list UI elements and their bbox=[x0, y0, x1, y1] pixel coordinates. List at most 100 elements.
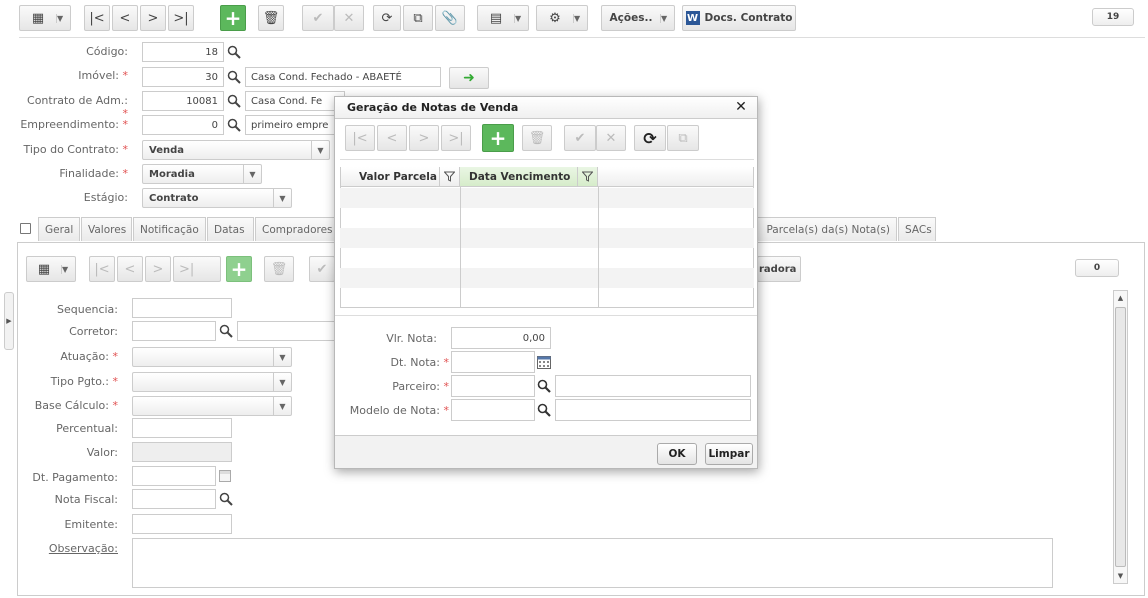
dialog-delete-button[interactable]: 🗑 bbox=[522, 125, 552, 151]
tab-sacs[interactable]: SACs bbox=[898, 217, 936, 241]
dialog-first-button[interactable]: |< bbox=[345, 125, 375, 151]
grid-row[interactable] bbox=[340, 248, 754, 268]
imovel-field[interactable]: 30 bbox=[142, 67, 224, 87]
grid-row[interactable] bbox=[340, 188, 754, 208]
last-record-button[interactable]: >| bbox=[168, 5, 194, 31]
sub-view-mode-button[interactable]: ▦ ▼ bbox=[26, 256, 76, 282]
search-icon[interactable] bbox=[219, 324, 233, 338]
filter-icon[interactable] bbox=[577, 167, 597, 186]
close-icon[interactable]: ✕ bbox=[733, 99, 749, 115]
vlr-nota-field[interactable]: 0,00 bbox=[451, 327, 551, 349]
valor-label: Valor: bbox=[86, 446, 118, 459]
sub-action-button[interactable]: radora bbox=[757, 256, 801, 282]
duplicate-button[interactable]: ⧉ bbox=[403, 5, 433, 31]
sub-delete-button[interactable]: 🗑 bbox=[264, 256, 294, 282]
dialog-cancel-button[interactable]: ✕ bbox=[596, 125, 626, 151]
nota-fiscal-field[interactable] bbox=[132, 489, 216, 509]
percentual-field[interactable] bbox=[132, 418, 232, 438]
scrollbar[interactable]: ▲ ▼ bbox=[1113, 290, 1128, 584]
tipo-pgto-select[interactable]: ▼ bbox=[132, 372, 292, 392]
previous-record-button[interactable]: < bbox=[112, 5, 138, 31]
cancel-button[interactable]: ✕ bbox=[334, 5, 364, 31]
tab-datas[interactable]: Datas bbox=[207, 217, 254, 241]
emitente-field[interactable] bbox=[132, 514, 232, 534]
search-icon[interactable] bbox=[227, 70, 241, 84]
next-record-button[interactable]: > bbox=[140, 5, 166, 31]
calendar-icon[interactable] bbox=[219, 470, 231, 482]
tipo-contrato-select[interactable]: Venda ▼ bbox=[142, 140, 330, 160]
grid-row[interactable] bbox=[340, 228, 754, 248]
add-button[interactable]: + bbox=[220, 5, 246, 31]
empreendimento-field[interactable]: 0 bbox=[142, 115, 224, 135]
side-collapse-handle[interactable]: ▶ bbox=[4, 292, 14, 350]
attach-button[interactable]: 📎 bbox=[435, 5, 465, 31]
view-mode-button[interactable]: ▦ ▼ bbox=[19, 5, 71, 31]
atuacao-select[interactable]: ▼ bbox=[132, 347, 292, 367]
restore-icon[interactable] bbox=[20, 223, 31, 234]
sub-first-button[interactable]: |< bbox=[89, 256, 115, 282]
settings-button[interactable]: ⚙ ▼ bbox=[536, 5, 588, 31]
first-record-button[interactable]: |< bbox=[84, 5, 110, 31]
codigo-field[interactable]: 18 bbox=[142, 42, 224, 62]
dialog-save-button[interactable]: ✔ bbox=[564, 125, 596, 151]
tab-compradores[interactable]: Compradores bbox=[255, 217, 337, 241]
tab-geral[interactable]: Geral bbox=[38, 217, 80, 241]
estagio-select[interactable]: Contrato ▼ bbox=[142, 188, 292, 208]
calendar-icon[interactable] bbox=[537, 355, 551, 369]
dialog-add-button[interactable]: + bbox=[482, 124, 514, 152]
search-icon[interactable] bbox=[219, 492, 233, 506]
sequencia-label: Sequencia: bbox=[57, 303, 118, 316]
observacao-textarea[interactable] bbox=[132, 538, 1053, 588]
sub-next-button[interactable]: > bbox=[145, 256, 171, 282]
sub-save-button[interactable]: ✔ bbox=[309, 256, 335, 282]
contrato-adm-field[interactable]: 10081 bbox=[142, 91, 224, 111]
scroll-up-icon[interactable]: ▲ bbox=[1114, 291, 1127, 305]
dialog-duplicate-button[interactable]: ⧉ bbox=[667, 125, 699, 151]
grid-row[interactable] bbox=[340, 208, 754, 228]
dialog-next-button[interactable]: > bbox=[409, 125, 439, 151]
search-icon[interactable] bbox=[537, 403, 551, 417]
scroll-down-icon[interactable]: ▼ bbox=[1114, 569, 1127, 583]
dt-nota-field[interactable] bbox=[451, 351, 535, 373]
corretor-field[interactable] bbox=[132, 321, 216, 341]
refresh-button[interactable]: ⟳ bbox=[373, 5, 401, 31]
filter-icon[interactable] bbox=[439, 167, 459, 186]
limpar-button[interactable]: Limpar bbox=[705, 443, 753, 465]
dialog-previous-button[interactable]: < bbox=[377, 125, 407, 151]
scrollbar-thumb[interactable] bbox=[1115, 307, 1126, 567]
col-valor-parcela[interactable]: Valor Parcela bbox=[341, 167, 460, 187]
dt-pagamento-field[interactable] bbox=[132, 466, 216, 486]
observacao-label[interactable]: Observação: bbox=[20, 542, 118, 555]
sub-previous-button[interactable]: < bbox=[117, 256, 143, 282]
acoes-button[interactable]: Ações.. ▼ bbox=[601, 5, 675, 31]
search-icon[interactable] bbox=[227, 118, 241, 132]
modelo-nota-label-text: Modelo de Nota: bbox=[349, 404, 440, 417]
search-icon[interactable] bbox=[227, 94, 241, 108]
finalidade-select[interactable]: Moradia ▼ bbox=[142, 164, 262, 184]
search-icon[interactable] bbox=[537, 379, 551, 393]
base-calculo-select[interactable]: ▼ bbox=[132, 396, 292, 416]
corretor-label: Corretor: bbox=[69, 325, 118, 338]
grid-row[interactable] bbox=[340, 268, 754, 288]
parceiro-field[interactable] bbox=[451, 375, 535, 397]
sub-add-button[interactable]: + bbox=[226, 256, 252, 282]
tab-parcelas-notas[interactable]: Parcela(s) da(s) Nota(s) bbox=[757, 217, 897, 241]
go-to-imovel-button[interactable]: ➜ bbox=[449, 67, 489, 89]
sub-last-button[interactable]: >| bbox=[173, 256, 221, 282]
dialog-title: Geração de Notas de Venda bbox=[335, 97, 757, 119]
modelo-nota-field[interactable] bbox=[451, 399, 535, 421]
dialog-refresh-button[interactable]: ⟳ bbox=[634, 125, 666, 151]
tab-notificacao[interactable]: Notificação bbox=[133, 217, 206, 241]
delete-button[interactable]: 🗑 bbox=[258, 5, 284, 31]
ok-button[interactable]: OK bbox=[657, 443, 697, 465]
dialog-last-button[interactable]: >| bbox=[441, 125, 471, 151]
docs-contrato-button[interactable]: W Docs. Contrato bbox=[682, 5, 796, 31]
search-icon[interactable] bbox=[227, 45, 241, 59]
reports-button[interactable]: ▤ ▼ bbox=[477, 5, 529, 31]
tab-valores[interactable]: Valores bbox=[81, 217, 132, 241]
estagio-value: Contrato bbox=[149, 192, 199, 204]
percentual-label: Percentual: bbox=[56, 422, 118, 435]
col-data-vencimento[interactable]: Data Vencimento bbox=[460, 167, 598, 187]
sequencia-field[interactable] bbox=[132, 298, 232, 318]
save-button[interactable]: ✔ bbox=[302, 5, 334, 31]
